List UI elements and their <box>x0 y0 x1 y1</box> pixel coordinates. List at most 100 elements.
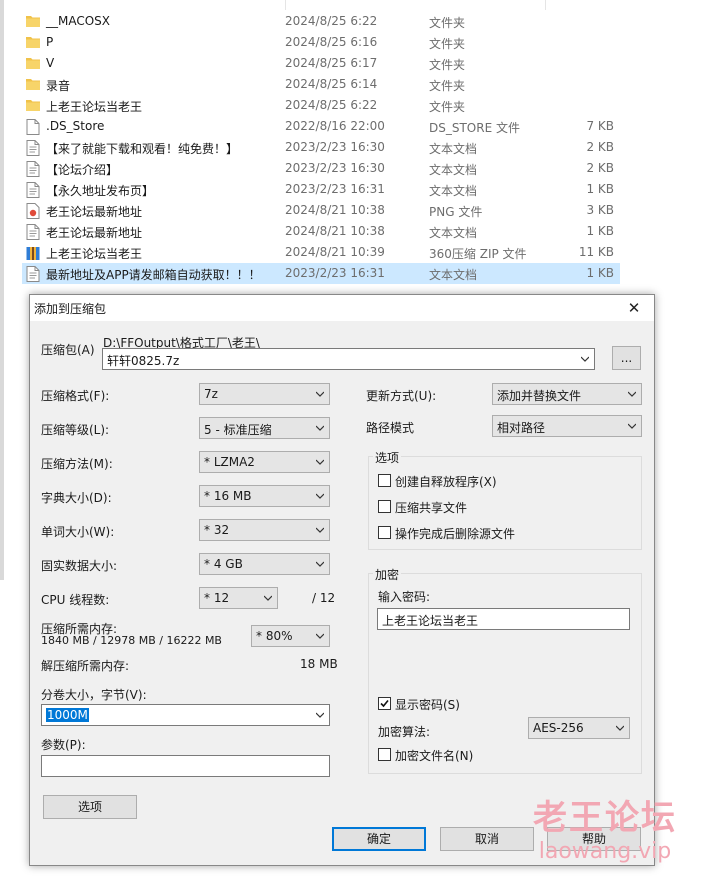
png-file-icon <box>26 203 40 219</box>
text-file-icon <box>26 161 40 177</box>
file-name: 【来了就能下载和观看！纯免费！】 <box>46 142 239 156</box>
shared-label: 压缩共享文件 <box>395 501 468 515</box>
browse-button[interactable]: ... <box>612 346 641 370</box>
file-row[interactable]: 录音 2024/8/25 6:14 文件夹 <box>22 74 620 95</box>
level-label: 压缩等级(L): <box>41 423 110 437</box>
file-type: 文本文档 <box>429 163 478 177</box>
path-label: 路径模式 <box>366 421 415 435</box>
file-name: 最新地址及APP请发邮箱自动获取！！！ <box>46 268 261 282</box>
threads-label: CPU 线程数: <box>41 593 110 607</box>
file-type: 文本文档 <box>429 142 478 156</box>
chevron-down-icon <box>581 356 589 362</box>
file-name: __MACOSX <box>46 14 111 28</box>
file-row[interactable]: 最新地址及APP请发邮箱自动获取！！！ 2023/2/23 16:31 文本文档 1 … <box>22 263 620 284</box>
file-date: 2024/8/21 10:38 <box>285 224 385 238</box>
enc-method-select[interactable]: AES-256 <box>528 717 630 739</box>
close-icon[interactable]: ✕ <box>614 295 654 321</box>
file-row[interactable]: .DS_Store 2022/8/16 22:00 DS_STORE 文件 7 KB <box>22 116 620 137</box>
format-value: 7z <box>204 387 218 401</box>
solid-label: 固实数据大小: <box>41 559 118 573</box>
ok-button[interactable]: 确定 <box>332 827 426 851</box>
chevron-down-icon <box>316 391 324 397</box>
file-name: 录音 <box>46 79 71 93</box>
update-value: 添加并替换文件 <box>497 389 582 403</box>
mem-percent-select[interactable]: * 80% <box>251 625 330 647</box>
threads-value: * 12 <box>204 591 230 605</box>
file-type: 文件夹 <box>429 79 466 93</box>
encrypt-names-checkbox[interactable] <box>378 748 391 761</box>
delete-checkbox[interactable] <box>378 526 391 539</box>
word-select[interactable]: * 32 <box>199 519 330 541</box>
split-label: 分卷大小，字节(V): <box>41 688 147 702</box>
split-combo[interactable]: 1000M <box>41 704 330 726</box>
folder-icon <box>26 35 40 50</box>
update-select[interactable]: 添加并替换文件 <box>492 383 642 405</box>
level-select[interactable]: 5 - 标准压缩 <box>199 417 330 439</box>
show-password-checkbox[interactable] <box>378 697 391 710</box>
file-size: 2 KB <box>586 161 614 175</box>
folder-icon <box>26 56 40 71</box>
sfx-checkbox[interactable] <box>378 474 391 487</box>
file-size: 2 KB <box>586 140 614 154</box>
file-name: 上老王论坛当老王 <box>46 247 143 261</box>
solid-select[interactable]: * 4 GB <box>199 553 330 575</box>
explorer-file-list: __MACOSX 2024/8/25 6:22 文件夹 P 2024/8/25 6:16… <box>0 0 707 290</box>
dict-value: * 16 MB <box>204 489 252 503</box>
archive-name-value: 轩轩0825.7z <box>107 354 180 368</box>
add-to-archive-dialog: 添加到压缩包 ✕ 压缩包(A) D:\FFOutput\格式工厂\老王\ 轩轩0… <box>29 294 655 866</box>
file-row[interactable]: 上老王论坛当老王 2024/8/25 6:22 文件夹 <box>22 95 620 116</box>
file-row[interactable]: 老王论坛最新地址 2024/8/21 10:38 文本文档 1 KB <box>22 221 620 242</box>
password-input[interactable]: 上老王论坛当老王 <box>377 608 630 630</box>
file-size: 1 KB <box>586 224 614 238</box>
column-divider <box>545 0 546 10</box>
file-row[interactable]: 【论坛介绍】 2023/2/23 16:30 文本文档 2 KB <box>22 158 620 179</box>
options-button[interactable]: 选项 <box>43 795 137 819</box>
enc-method-label: 加密算法: <box>378 725 431 739</box>
password-label: 输入密码: <box>378 590 431 604</box>
file-row[interactable]: 【永久地址发布页】 2023/2/23 16:31 文本文档 1 KB <box>22 179 620 200</box>
file-row[interactable]: 上老王论坛当老王 2024/8/21 10:39 360压缩 ZIP 文件 11 KB <box>22 242 620 263</box>
enc-method-value: AES-256 <box>533 721 584 735</box>
text-file-icon <box>26 182 40 198</box>
text-file-icon <box>26 224 40 240</box>
show-password-label: 显示密码(S) <box>395 698 460 712</box>
method-value: * LZMA2 <box>204 455 255 469</box>
zip-file-icon <box>26 245 40 260</box>
file-name: .DS_Store <box>46 119 105 133</box>
archive-name-combo[interactable]: 轩轩0825.7z <box>102 348 595 370</box>
checkmark-icon <box>380 699 389 708</box>
chevron-down-icon <box>316 493 324 499</box>
file-type: PNG 文件 <box>429 205 483 219</box>
file-row[interactable]: P 2024/8/25 6:16 文件夹 <box>22 32 620 53</box>
file-date: 2022/8/16 22:00 <box>285 119 385 133</box>
chevron-down-icon <box>316 561 324 567</box>
file-size: 3 KB <box>586 203 614 217</box>
params-label: 参数(P): <box>41 738 86 752</box>
level-value: 5 - 标准压缩 <box>204 423 272 437</box>
params-input[interactable] <box>41 755 330 777</box>
watermark-url: laowang.vip <box>538 839 672 864</box>
folder-icon <box>26 14 40 29</box>
file-name: 上老王论坛当老王 <box>46 100 143 114</box>
column-divider <box>285 0 286 10</box>
file-row[interactable]: 老王论坛最新地址 2024/8/21 10:38 PNG 文件 3 KB <box>22 200 620 221</box>
dict-select[interactable]: * 16 MB <box>199 485 330 507</box>
file-type: 360压缩 ZIP 文件 <box>429 247 527 261</box>
file-row[interactable]: __MACOSX 2024/8/25 6:22 文件夹 <box>22 11 620 32</box>
encrypt-group-title: 加密 <box>373 566 402 583</box>
file-date: 2024/8/21 10:38 <box>285 203 385 217</box>
file-date: 2024/8/21 10:39 <box>285 245 385 259</box>
file-type: DS_STORE 文件 <box>429 121 520 135</box>
file-type: 文件夹 <box>429 16 466 30</box>
encrypt-names-label: 加密文件名(N) <box>395 749 474 763</box>
file-date: 2024/8/25 6:22 <box>285 14 378 28</box>
shared-checkbox[interactable] <box>378 500 391 513</box>
path-select[interactable]: 相对路径 <box>492 415 642 437</box>
method-select[interactable]: * LZMA2 <box>199 451 330 473</box>
threads-select[interactable]: * 12 <box>199 587 278 609</box>
sfx-label: 创建自释放程序(X) <box>395 475 497 489</box>
file-row[interactable]: V 2024/8/25 6:17 文件夹 <box>22 53 620 74</box>
file-date: 2023/2/23 16:30 <box>285 161 385 175</box>
format-select[interactable]: 7z <box>199 383 330 405</box>
file-row[interactable]: 【来了就能下载和观看！纯免费！】 2023/2/23 16:30 文本文档 2 KB <box>22 137 620 158</box>
